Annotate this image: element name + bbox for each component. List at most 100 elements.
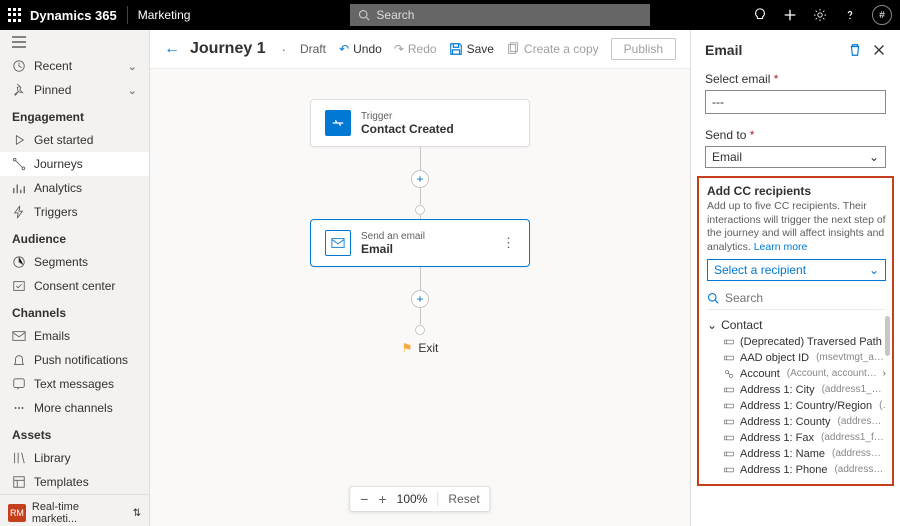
chevron-down-icon: ⌄ [869,150,879,164]
item-hint: (address1_telephone1) [834,464,886,475]
properties-panel: Email Select email --- Send to Email⌄ Ad… [690,30,900,526]
item-hint: (Account, accountid) [787,368,878,379]
sidebar-item-get-started[interactable]: Get started [0,128,149,152]
zoom-out-button[interactable]: − [360,491,368,507]
sidebar-item-library[interactable]: Library [0,446,149,470]
search-icon [707,292,719,304]
tree-item[interactable]: (Deprecated) Traversed Path (traversedpa… [707,334,886,350]
save-button[interactable]: Save [449,42,494,56]
sidebar-item-consent[interactable]: Consent center [0,274,149,298]
connector [420,307,421,325]
label: Real-time marketi... [32,501,127,525]
sidebar-item-pinned[interactable]: Pinned ⌄ [0,78,149,102]
send-to-select[interactable]: Email⌄ [705,146,886,168]
more-icon[interactable]: ⋮ [502,235,515,251]
add-step-button[interactable]: + [411,170,429,188]
tree-group-contact[interactable]: ⌄Contact [707,316,886,334]
sidebar-item-text[interactable]: Text messages [0,372,149,396]
tree-item[interactable]: Address 1: Fax (address1_fax) [707,430,886,446]
sidebar-item-analytics[interactable]: Analytics [0,176,149,200]
delete-icon[interactable] [848,43,862,57]
field-icon [723,465,735,475]
email-icon [12,329,26,343]
avatar[interactable]: # [872,5,892,25]
library-icon [12,451,26,465]
select-recipient-dropdown[interactable]: Select a recipient⌄ [707,259,886,281]
redo-button[interactable]: ↷Redo [394,42,437,56]
tree-item[interactable]: Account (Account, accountid) › [707,366,886,382]
panel-header: Email [705,42,886,58]
copy-icon [506,42,520,56]
learn-more-link[interactable]: Learn more [754,241,808,253]
close-icon[interactable] [872,43,886,57]
cc-recipients-box: Add CC recipients Add up to five CC reci… [697,176,894,486]
tree-item[interactable]: Address 1: Phone (address1_telephone1) [707,462,886,478]
help-icon[interactable] [842,7,858,23]
trigger-node[interactable]: TriggerContact Created [310,99,530,147]
tree-item[interactable]: Address 1: Country/Region (address1_cou.… [707,398,886,414]
zoom-reset-button[interactable]: Reset [437,492,479,506]
email-node[interactable]: Send an emailEmail ⋮ [310,219,530,267]
sidebar-item-more-channels[interactable]: More channels [0,396,149,420]
item-name: Address 1: Country/Region [740,400,872,412]
clock-icon [12,59,26,73]
app-launcher-icon[interactable] [8,8,22,22]
group-channels: Channels [0,298,149,324]
sidebar-item-segments[interactable]: Segments [0,250,149,274]
connector [420,147,421,171]
end-circle [415,205,425,215]
sidebar-item-triggers[interactable]: Triggers [0,200,149,224]
node-label: Trigger [361,111,454,122]
label: Pinned [34,83,71,97]
sidebar-item-templates[interactable]: Templates [0,470,149,494]
area-switcher[interactable]: RM Real-time marketi... ⇅ [0,494,149,526]
sidebar-item-journeys[interactable]: Journeys [0,152,149,176]
item-name: Address 1: Fax [740,432,814,444]
item-name: Account [740,368,780,380]
tree-item[interactable]: Address 1: City (address1_city) [707,382,886,398]
pin-icon [12,83,26,97]
recipient-search-input[interactable] [725,291,886,305]
sidebar-item-recent[interactable]: Recent ⌄ [0,54,149,78]
select-email-input[interactable]: --- [705,90,886,114]
search-placeholder: Search [376,8,414,22]
label: Triggers [34,205,78,219]
back-arrow-icon[interactable]: ← [164,40,180,58]
tree-item[interactable]: Address 1: County (address1_county) [707,414,886,430]
add-step-button[interactable]: + [411,290,429,308]
topbar-right: # [752,5,892,25]
connector [420,187,421,205]
zoom-value: 100% [397,492,428,506]
field-icon [723,433,735,443]
chevron-right-icon: › [883,368,886,379]
field-icon [723,401,735,411]
tree-item[interactable]: Address 1: Name (address1_name) [707,446,886,462]
play-icon [12,133,26,147]
sidebar: Recent ⌄ Pinned ⌄ Engagement Get started… [0,30,150,526]
undo-button[interactable]: ↶Undo [339,42,382,56]
plus-icon[interactable] [782,7,798,23]
sidebar-item-push[interactable]: Push notifications [0,348,149,372]
sidebar-item-emails[interactable]: Emails [0,324,149,348]
label: Segments [34,255,88,269]
trigger-icon [325,110,351,136]
lightbulb-icon[interactable] [752,7,768,23]
node-name: Contact Created [361,122,454,136]
hamburger-icon[interactable] [0,30,149,54]
bell-icon [12,353,26,367]
global-search[interactable]: Search [350,4,650,26]
journey-canvas[interactable]: TriggerContact Created + Send an emailEm… [150,69,690,526]
end-circle [415,325,425,335]
field-icon [723,449,735,459]
scrollbar[interactable] [885,316,890,356]
copy-button[interactable]: Create a copy [506,42,599,56]
zoom-in-button[interactable]: + [378,491,386,507]
gear-icon[interactable] [812,7,828,23]
tree-item[interactable]: AAD object ID (msevtmgt_aadobjectid) [707,350,886,366]
recipient-search[interactable] [707,287,886,310]
field-icon [723,417,735,427]
item-name: Address 1: Name [740,448,825,460]
publish-button[interactable]: Publish [611,38,676,60]
label: Analytics [34,181,82,195]
item-hint: (address1_city) [822,384,886,395]
